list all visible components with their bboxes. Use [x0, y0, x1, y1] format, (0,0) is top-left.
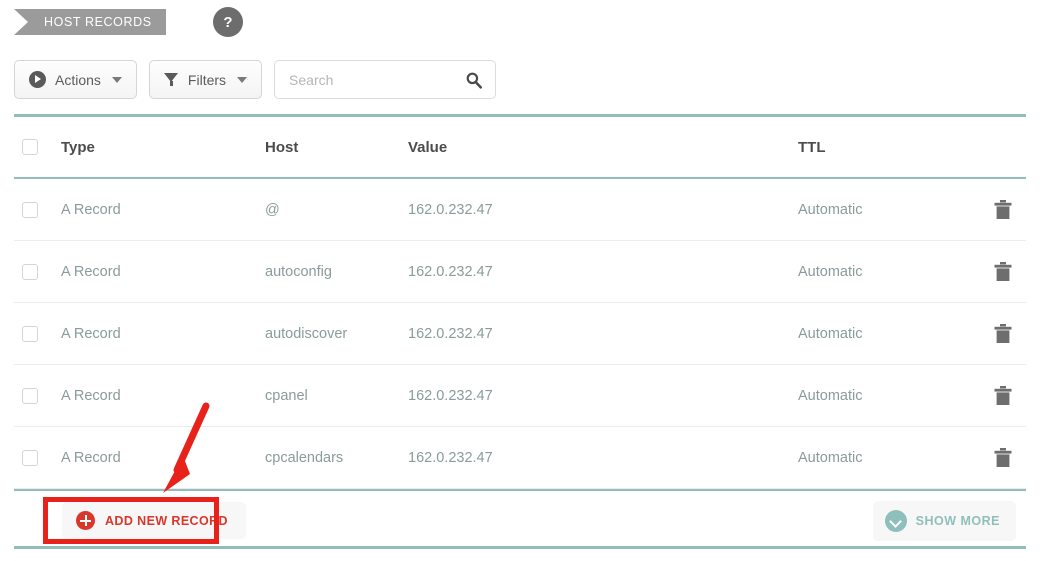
add-new-record-label: ADD NEW RECORD [105, 513, 228, 528]
column-header-host: Host [265, 138, 299, 156]
cell-host: cpcalendars [265, 449, 344, 466]
help-icon[interactable]: ? [213, 7, 243, 37]
search-input[interactable] [287, 70, 472, 89]
table-header-row: Type Host Value TTL [14, 117, 1026, 179]
trash-icon[interactable] [994, 323, 1012, 344]
row-actions-cell [970, 199, 1026, 220]
show-more-label: SHOW MORE [915, 513, 1000, 528]
cell-ttl: Automatic [798, 387, 863, 404]
chevron-down-icon [237, 76, 248, 83]
actions-button-label: Actions [55, 71, 101, 88]
row-select-cell [14, 201, 61, 218]
table-row[interactable]: A Record autodiscover 162.0.232.47 Autom… [14, 303, 1026, 365]
add-new-record-button[interactable]: ADD NEW RECORD [62, 502, 246, 539]
cell-type: A Record [61, 263, 121, 280]
show-more-button[interactable]: SHOW MORE [872, 500, 1016, 541]
host-records-table: Type Host Value TTL A Record @ 162.0.232… [14, 114, 1026, 491]
trash-icon[interactable] [994, 261, 1012, 282]
cell-value: 162.0.232.47 [408, 449, 493, 466]
cell-value: 162.0.232.47 [408, 325, 493, 342]
table-bottom-rule [14, 489, 1026, 491]
select-all-cell [14, 139, 61, 155]
cell-ttl: Automatic [798, 201, 863, 218]
row-checkbox[interactable] [22, 449, 38, 466]
cell-ttl: Automatic [798, 325, 863, 342]
column-header-type: Type [61, 138, 95, 156]
help-icon-label: ? [223, 13, 233, 31]
table-footer: ADD NEW RECORD SHOW MORE [14, 493, 1026, 548]
cell-value: 162.0.232.47 [408, 387, 493, 404]
chevron-down-circle-icon [884, 509, 907, 532]
cell-type: A Record [61, 387, 121, 404]
row-select-cell [14, 263, 61, 280]
table-row[interactable]: A Record autoconfig 162.0.232.47 Automat… [14, 241, 1026, 303]
row-checkbox[interactable] [22, 263, 38, 280]
trash-icon[interactable] [994, 447, 1012, 468]
play-circle-icon [29, 71, 46, 88]
cell-value: 162.0.232.47 [408, 201, 493, 218]
actions-button[interactable]: Actions [14, 60, 137, 99]
column-header-ttl: TTL [798, 138, 826, 156]
cell-ttl: Automatic [798, 449, 863, 466]
trash-icon[interactable] [994, 199, 1012, 220]
trash-icon[interactable] [994, 385, 1012, 406]
plus-circle-icon [76, 511, 95, 530]
row-select-cell [14, 387, 61, 404]
cell-host: @ [265, 201, 280, 218]
filters-button[interactable]: Filters [148, 60, 263, 99]
toolbar: Actions Filters [14, 60, 497, 99]
section-tab-label: HOST RECORDS [44, 15, 152, 29]
row-actions-cell [970, 261, 1026, 282]
cell-value: 162.0.232.47 [408, 263, 493, 280]
row-checkbox[interactable] [22, 201, 38, 218]
table-row[interactable]: A Record cpcalendars 162.0.232.47 Automa… [14, 427, 1026, 489]
funnel-icon [163, 72, 179, 87]
row-checkbox[interactable] [22, 325, 38, 342]
table-row[interactable]: A Record @ 162.0.232.47 Automatic [14, 179, 1026, 241]
cell-host: cpanel [265, 387, 308, 404]
cell-type: A Record [61, 449, 121, 466]
row-actions-cell [970, 447, 1026, 468]
row-select-cell [14, 449, 61, 466]
column-header-value: Value [408, 138, 448, 156]
page-header: HOST RECORDS ? [0, 0, 1040, 48]
cell-host: autoconfig [265, 263, 332, 280]
table-row[interactable]: A Record cpanel 162.0.232.47 Automatic [14, 365, 1026, 427]
cell-type: A Record [61, 201, 121, 218]
row-actions-cell [970, 385, 1026, 406]
row-actions-cell [970, 323, 1026, 344]
magnifier-icon[interactable] [465, 71, 483, 89]
search-field[interactable] [274, 60, 497, 99]
footer-bottom-rule [14, 546, 1026, 549]
chevron-down-icon [111, 76, 122, 83]
row-select-cell [14, 325, 61, 342]
cell-ttl: Automatic [798, 263, 863, 280]
section-tab-host-records[interactable]: HOST RECORDS [14, 9, 166, 35]
filters-button-label: Filters [187, 71, 227, 88]
cell-host: autodiscover [265, 325, 348, 342]
row-checkbox[interactable] [22, 387, 38, 404]
select-all-checkbox[interactable] [22, 139, 38, 155]
cell-type: A Record [61, 325, 121, 342]
